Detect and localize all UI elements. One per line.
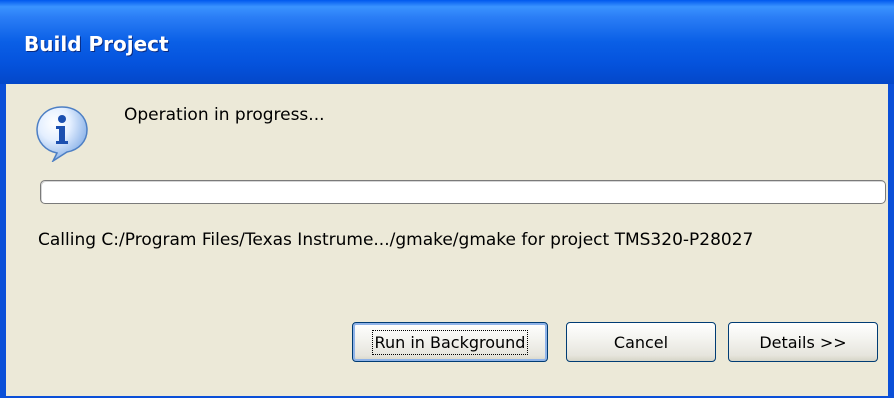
build-project-dialog: Build Project Operation in progress... C… xyxy=(0,0,894,398)
info-icon xyxy=(36,106,88,162)
title-bar[interactable]: Build Project xyxy=(0,0,894,84)
cancel-label: Cancel xyxy=(613,332,669,352)
run-in-background-label: Run in Background xyxy=(371,329,529,355)
run-in-background-button[interactable]: Run in Background xyxy=(352,322,548,362)
progress-message: Operation in progress... xyxy=(124,105,325,125)
window-title: Build Project xyxy=(24,32,169,56)
status-text: Calling C:/Program Files/Texas Instrume.… xyxy=(38,230,754,250)
details-label: Details >> xyxy=(759,332,847,352)
details-button[interactable]: Details >> xyxy=(728,322,878,362)
progress-bar xyxy=(40,180,886,204)
cancel-button[interactable]: Cancel xyxy=(566,322,716,362)
